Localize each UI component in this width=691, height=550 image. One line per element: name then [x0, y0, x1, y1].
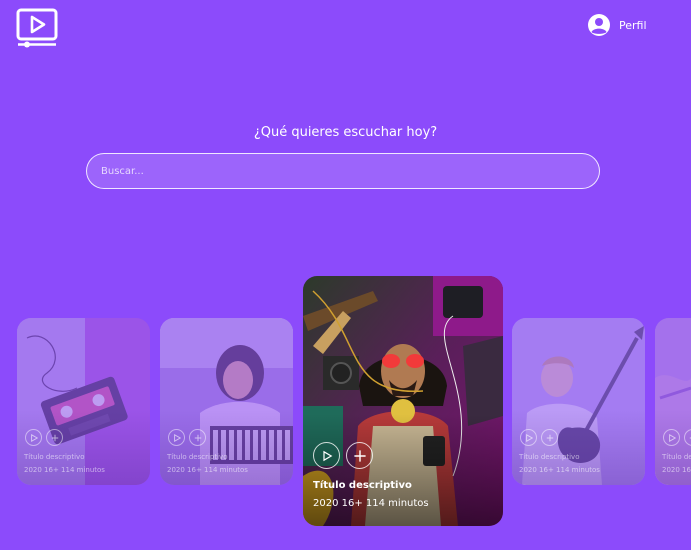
featured-media-card[interactable]: Título descriptivo 2020 16+ 114 minutos — [303, 276, 503, 526]
play-button[interactable] — [663, 429, 680, 446]
card-actions — [313, 442, 373, 469]
media-card[interactable]: Título descriptivo 2020 16+ 114 minutos — [512, 318, 645, 485]
profile-label: Perfil — [619, 18, 647, 32]
add-button[interactable] — [189, 429, 206, 446]
card-meta: 2020 16+ 114 minutos — [662, 466, 691, 474]
play-icon — [525, 433, 533, 442]
card-actions — [168, 429, 206, 446]
play-button[interactable] — [520, 429, 537, 446]
card-title: Título descriptivo — [167, 453, 228, 461]
add-button[interactable] — [46, 429, 63, 446]
card-title: Título descriptivo — [519, 453, 580, 461]
plus-icon — [546, 434, 553, 441]
card-title: Título descriptivo — [662, 453, 691, 461]
card-gradient — [303, 413, 503, 526]
plus-icon — [194, 434, 201, 441]
play-icon — [668, 433, 676, 442]
search-prompt: ¿Qué quieres escuchar hoy? — [253, 125, 438, 140]
play-icon — [322, 450, 332, 461]
card-title: Título descriptivo — [313, 480, 412, 491]
play-button[interactable] — [168, 429, 185, 446]
play-icon — [173, 433, 181, 442]
plus-icon — [51, 434, 58, 441]
add-button[interactable] — [684, 429, 691, 446]
video-player-icon[interactable] — [16, 8, 58, 48]
card-title: Título descriptivo — [24, 453, 85, 461]
play-icon — [30, 433, 38, 442]
play-button[interactable] — [25, 429, 42, 446]
add-button[interactable] — [346, 442, 373, 469]
profile-button[interactable]: Perfil — [587, 13, 647, 37]
media-card[interactable]: Título descriptivo 2020 16+ 114 minutos — [17, 318, 150, 485]
card-actions — [520, 429, 558, 446]
user-circle-icon — [588, 14, 610, 36]
card-meta: 2020 16+ 114 minutos — [519, 466, 600, 474]
plus-icon — [353, 449, 366, 462]
media-card[interactable]: Título descriptivo 2020 16+ 114 minutos — [655, 318, 691, 485]
card-actions — [25, 429, 63, 446]
page: Perfil ¿Qué quieres escuchar hoy? Buscar… — [0, 0, 691, 550]
play-button[interactable] — [313, 442, 340, 469]
card-meta: 2020 16+ 114 minutos — [167, 466, 248, 474]
search-input[interactable] — [86, 153, 600, 189]
card-meta: 2020 16+ 114 minutos — [313, 498, 429, 509]
card-meta: 2020 16+ 114 minutos — [24, 466, 105, 474]
card-actions — [663, 429, 691, 446]
media-card[interactable]: Título descriptivo 2020 16+ 114 minutos — [160, 318, 293, 485]
add-button[interactable] — [541, 429, 558, 446]
